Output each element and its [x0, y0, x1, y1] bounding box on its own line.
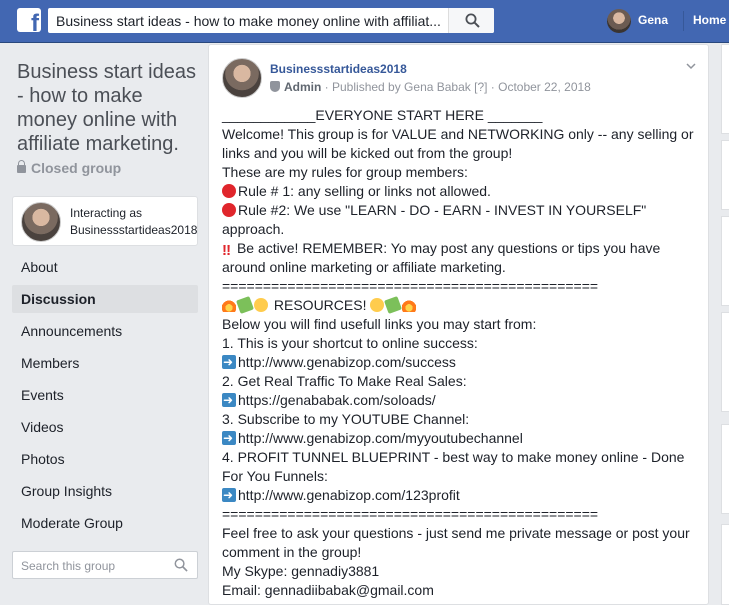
post-line: Email: gennadiibabak@gmail.com: [222, 582, 434, 598]
right-column-card: [721, 44, 729, 134]
double-exclamation-icon: ‼: [222, 242, 232, 259]
rule-1-text: Rule # 1: any selling or links not allow…: [238, 183, 491, 199]
post-body: ____________EVERYONE START HERE _______ …: [222, 106, 702, 600]
post-line: 4. PROFIT TUNNEL BLUEPRINT - best way to…: [222, 449, 685, 465]
divider-line: ========================================…: [222, 278, 599, 294]
right-column-card: [721, 424, 729, 514]
post-line: Below you will find usefull links you ma…: [222, 316, 537, 332]
sidebar-item-about[interactable]: About: [12, 253, 198, 285]
admin-shield-icon: [270, 81, 280, 92]
top-navigation-bar: f Business start ideas - how to make mon…: [0, 0, 729, 43]
group-nav: About Discussion Announcements Members E…: [12, 253, 198, 541]
group-search-input[interactable]: Search this group: [12, 551, 198, 579]
arrow-right-icon: [222, 353, 236, 372]
red-circle-icon: [222, 203, 236, 217]
global-search-input[interactable]: Business start ideas - how to make money…: [48, 8, 494, 33]
post-line: https://genababak.com/soloads/: [222, 391, 702, 410]
post-line: 1. This is your shortcut to online succe…: [222, 335, 478, 351]
post-line: approach.: [222, 221, 285, 237]
arrow-right-icon: [222, 429, 236, 448]
avatar[interactable]: [607, 9, 631, 33]
smile-icon: [254, 298, 268, 312]
divider-line: ========================================…: [222, 506, 599, 522]
post-line: RESOURCES!: [222, 296, 702, 315]
lock-icon: [17, 160, 26, 173]
post-line: 2. Get Real Traffic To Make Real Sales:: [222, 373, 467, 389]
smile-icon: [370, 298, 385, 312]
post-line: Rule # 1: any selling or links not allow…: [222, 182, 702, 201]
money-icon: [236, 296, 254, 314]
right-column-card: [721, 140, 729, 210]
post-line: around online marketing or affiliate mar…: [222, 259, 506, 275]
post-line: Feel free to ask your questions - just s…: [222, 525, 690, 541]
sidebar-item-announcements[interactable]: Announcements: [12, 317, 198, 349]
post-line: http://www.genabizop.com/123profit: [222, 486, 702, 505]
pinned-post: Businessstartideas2018 Admin · Published…: [208, 44, 709, 605]
fire-icon: [402, 298, 417, 312]
sidebar-item-members[interactable]: Members: [12, 349, 198, 381]
global-search-value[interactable]: Business start ideas - how to make money…: [56, 13, 448, 29]
right-column-card: [721, 312, 729, 412]
post-line: Welcome! This group is for VALUE and NET…: [222, 126, 694, 142]
nav-divider: [683, 11, 684, 31]
interacting-as-switcher[interactable]: Interacting as Businessstartideas2018: [12, 196, 198, 246]
post-published-by[interactable]: · Published by Gena Babak [?] · October …: [321, 80, 591, 94]
sidebar-item-discussion[interactable]: Discussion: [12, 285, 198, 313]
sidebar-item-photos[interactable]: Photos: [12, 445, 198, 477]
post-line: ‼ Be active! REMEMBER: Yo may post any q…: [222, 239, 702, 259]
group-title[interactable]: Business start ideas - how to make money…: [17, 60, 207, 156]
red-circle-icon: [222, 184, 236, 198]
sidebar-item-videos[interactable]: Videos: [12, 413, 198, 445]
money-icon: [384, 296, 403, 314]
post-line: links and you will be kicked out from th…: [222, 145, 513, 161]
fire-icon: [222, 298, 236, 312]
post-line: ____________EVERYONE START HERE _______: [222, 107, 543, 123]
interacting-label: Interacting as: [70, 206, 143, 220]
post-line: For You Funnels:: [222, 468, 328, 484]
rule-2-text: Rule #2: We use "LEARN - DO - EARN - INV…: [238, 202, 647, 218]
home-link[interactable]: Home: [693, 13, 726, 27]
be-active-text: Be active! REMEMBER: Yo may post any que…: [233, 240, 661, 256]
sidebar-item-group-insights[interactable]: Group Insights: [12, 477, 198, 509]
post-line: http://www.genabizop.com/success: [222, 353, 702, 372]
global-search-button[interactable]: [448, 8, 494, 33]
post-line: 3. Subscribe to my YOUTUBE Channel:: [222, 411, 470, 427]
post-link[interactable]: http://www.genabizop.com/123profit: [238, 487, 460, 503]
search-icon[interactable]: [174, 558, 188, 572]
right-column-card: [721, 216, 729, 306]
group-privacy: Closed group: [17, 160, 121, 176]
profile-name[interactable]: Gena: [638, 13, 668, 27]
resources-text: RESOURCES!: [270, 297, 371, 313]
search-icon: [465, 13, 480, 28]
post-line: comment in the group!: [222, 544, 362, 560]
chevron-down-icon[interactable]: [686, 61, 696, 71]
facebook-logo-icon[interactable]: f: [17, 8, 41, 32]
admin-badge: Admin: [284, 80, 322, 94]
post-line: These are my rules for group members:: [222, 164, 468, 180]
post-line: Rule #2: We use "LEARN - DO - EARN - INV…: [222, 201, 702, 220]
arrow-right-icon: [222, 486, 236, 505]
avatar[interactable]: [222, 58, 262, 98]
sidebar-item-events[interactable]: Events: [12, 381, 198, 413]
sidebar-item-moderate-group[interactable]: Moderate Group: [12, 509, 198, 541]
arrow-right-icon: [222, 391, 236, 410]
privacy-label: Closed group: [31, 160, 122, 176]
post-link[interactable]: https://genababak.com/soloads/: [238, 392, 436, 408]
post-line: My Skype: gennadiy3881: [222, 563, 380, 579]
post-link[interactable]: http://www.genabizop.com/myyoutubechanne…: [238, 430, 523, 446]
avatar: [21, 202, 61, 242]
right-column-card: [721, 524, 729, 605]
post-link[interactable]: http://www.genabizop.com/success: [238, 354, 456, 370]
group-search-placeholder[interactable]: Search this group: [21, 559, 115, 573]
interacting-name: Businessstartideas2018: [70, 223, 198, 237]
post-line: http://www.genabizop.com/myyoutubechanne…: [222, 429, 702, 448]
post-meta: Admin · Published by Gena Babak [?] · Oc…: [270, 80, 591, 94]
post-author[interactable]: Businessstartideas2018: [270, 62, 407, 76]
